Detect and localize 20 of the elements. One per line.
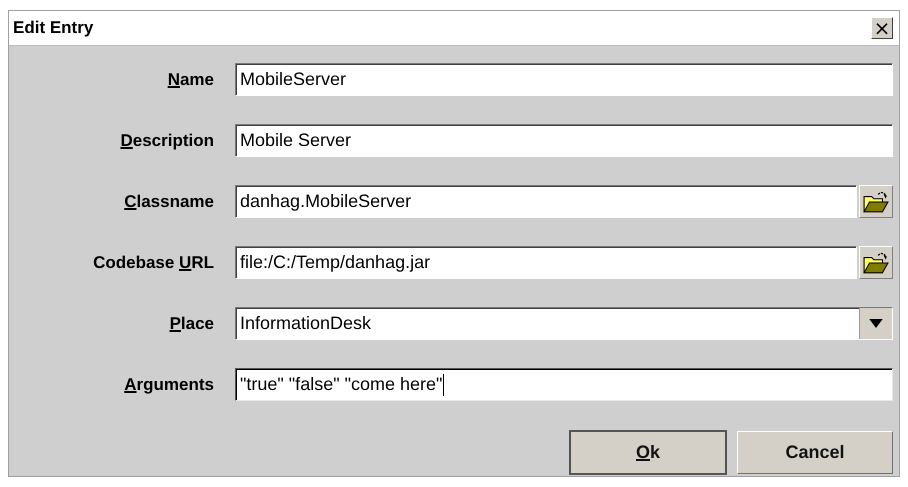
field-label: Description [119,130,214,150]
input-field[interactable]: MobileServer [235,63,893,96]
field-label: Codebase URL [92,252,214,272]
browse-button[interactable] [859,185,893,218]
field-label: Place [168,314,214,334]
field-label: Classname [123,192,214,212]
folder-icon [863,250,889,274]
field-label: Name [166,70,214,90]
window-title: Edit Entry [13,18,94,38]
dialog-button[interactable]: Cancel [737,431,893,474]
input-field[interactable]: danhag.MobileServer [235,185,857,218]
dialog-button[interactable]: Ok [570,431,726,474]
input-field[interactable]: "true" "false" "come here" [235,368,893,401]
input-field[interactable]: Mobile Server [235,124,893,157]
folder-icon [863,190,889,214]
browse-button[interactable] [859,246,893,279]
dropdown[interactable]: InformationDesk [235,307,893,340]
close-button[interactable]: × [871,17,893,39]
field-label: Arguments [123,374,214,394]
input-field[interactable]: file:/C:/Temp/danhag.jar [235,246,857,279]
